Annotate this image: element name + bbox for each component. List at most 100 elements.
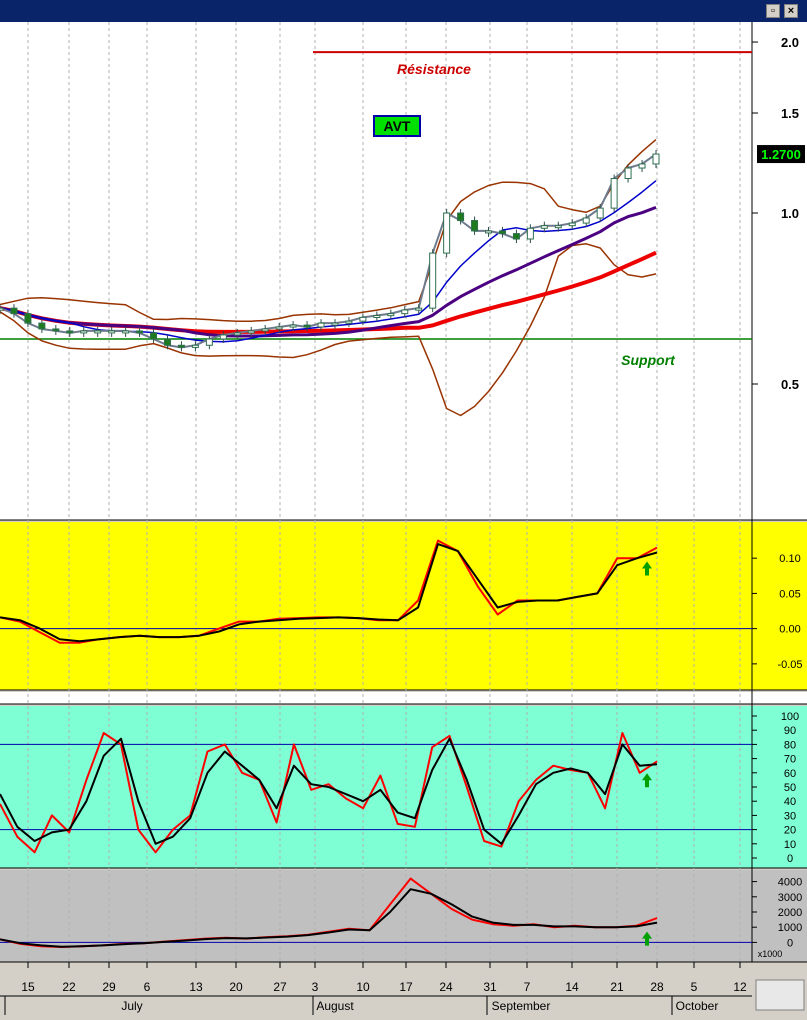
candle-body	[485, 230, 493, 234]
stochastic-axis-bg	[752, 706, 807, 868]
date-tick-label: 3	[312, 980, 319, 994]
candle-body	[177, 344, 185, 348]
candle-body	[554, 225, 562, 229]
candle-body	[275, 326, 283, 330]
month-label: August	[316, 999, 354, 1013]
indicator-tick-label: 20	[784, 825, 796, 837]
candle-body	[66, 330, 74, 334]
candle-body	[219, 334, 227, 340]
date-tick-label: 12	[733, 980, 747, 994]
indicator-tick-label: 60	[784, 768, 796, 780]
month-label: July	[121, 999, 142, 1013]
indicator-tick-label: 1000	[778, 922, 802, 934]
candle-body	[638, 163, 646, 169]
date-tick-label: 27	[273, 980, 287, 994]
indicator-tick-label: -0.05	[777, 659, 802, 671]
price-tick-label: 2.0	[781, 35, 799, 50]
volume-panel-bg	[0, 870, 752, 962]
candle-body	[122, 330, 130, 334]
candle-body	[610, 178, 618, 209]
resistance-label: Résistance	[397, 61, 471, 77]
support-label: Support	[621, 352, 676, 368]
candle-body	[471, 220, 479, 232]
indicator-tick-label: 80	[784, 739, 796, 751]
candle-body	[150, 332, 158, 340]
candle-body	[429, 252, 437, 309]
chart-canvas: 2.0 1.5 1.0 0.5 Résistance Support AVT 1.2700 0.…	[0, 22, 807, 1020]
date-tick-label: 20	[229, 980, 243, 994]
date-tick-label: 24	[439, 980, 453, 994]
candle-body	[94, 330, 102, 334]
date-tick-label: 22	[62, 980, 76, 994]
price-tick-label: 0.5	[781, 377, 799, 392]
candle-body	[624, 167, 632, 180]
date-tick-label: 7	[524, 980, 531, 994]
candle-body	[568, 222, 576, 227]
candle-body	[373, 315, 381, 319]
price-axis-bg	[752, 22, 807, 520]
date-tick-label: 31	[483, 980, 497, 994]
candle-body	[289, 324, 297, 328]
candle-body	[163, 338, 171, 346]
candle-body	[443, 212, 451, 254]
candle-body	[136, 330, 144, 334]
candle-body	[540, 225, 548, 229]
month-label: September	[492, 999, 551, 1013]
date-tick-label: 6	[144, 980, 151, 994]
indicator-tick-label: 70	[784, 754, 796, 766]
date-tick-label: 28	[650, 980, 664, 994]
candle-body	[233, 332, 241, 336]
corner-box	[755, 979, 805, 1011]
candle-body	[498, 230, 506, 235]
candle-body	[596, 207, 604, 219]
candle-body	[331, 322, 339, 326]
indicator-tick-label: 40	[784, 796, 796, 808]
candle-body	[24, 313, 32, 324]
date-tick-label: 14	[565, 980, 579, 994]
indicator-tick-label: 3000	[778, 892, 802, 904]
stochastic-panel-bg	[0, 706, 752, 868]
price-tick-label: 1.0	[781, 206, 799, 221]
indicator-tick-label: 4000	[778, 877, 802, 889]
candle-body	[247, 330, 255, 334]
date-tick-label: 5	[691, 980, 698, 994]
indicator-tick-label: 30	[784, 810, 796, 822]
candle-body	[401, 309, 409, 315]
date-tick-label: 15	[21, 980, 35, 994]
volume-multiplier-label: x1000	[758, 949, 783, 959]
candle-body	[80, 330, 88, 334]
indicator-tick-label: 0	[787, 937, 793, 949]
candle-body	[457, 212, 465, 222]
candle-body	[415, 307, 423, 311]
candle-body	[345, 320, 353, 324]
indicator-tick-label: 0.00	[779, 624, 800, 636]
candle-body	[512, 233, 520, 240]
candle-body	[52, 328, 60, 332]
candle-body	[387, 313, 395, 317]
candle-body	[38, 322, 46, 330]
candle-body	[205, 338, 213, 346]
indicator-tick-label: 100	[781, 711, 799, 723]
date-tick-label: 21	[610, 980, 624, 994]
indicator-tick-label: 0	[787, 853, 793, 865]
month-label: October	[676, 999, 719, 1013]
indicator-tick-label: 0.10	[779, 553, 800, 565]
candle-body	[261, 328, 269, 332]
candle-body	[10, 307, 18, 315]
momentum-panel-bg	[0, 522, 752, 690]
candle-body	[652, 153, 660, 165]
candle-body	[359, 316, 367, 322]
candle-body	[526, 227, 534, 240]
candle-body	[0, 307, 4, 311]
indicator-tick-label: 2000	[778, 907, 802, 919]
ticker-label: AVT	[384, 118, 411, 134]
candle-body	[317, 322, 325, 328]
date-tick-label: 17	[399, 980, 413, 994]
indicator-tick-label: 0.05	[779, 588, 800, 600]
date-tick-label: 29	[102, 980, 116, 994]
date-tick-label: 13	[189, 980, 203, 994]
candle-body	[108, 330, 116, 334]
date-tick-label: 10	[356, 980, 370, 994]
indicator-tick-label: 90	[784, 725, 796, 737]
price-panel-bg	[0, 22, 752, 520]
